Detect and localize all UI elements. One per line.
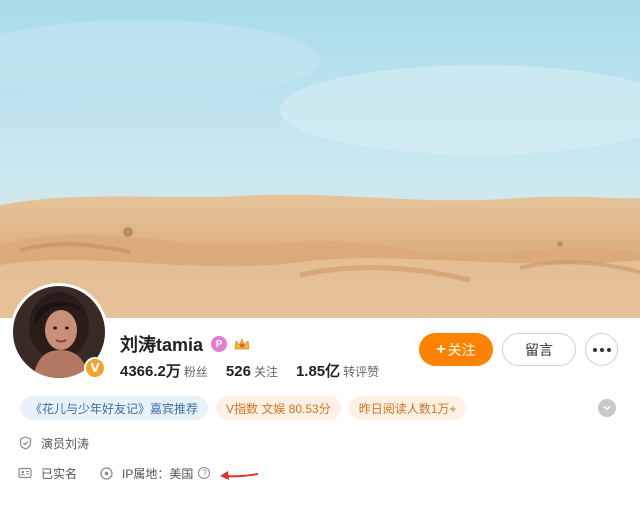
stats-row: 4366.2万 粉丝 526 关注 1.85亿 转评赞 bbox=[120, 360, 397, 380]
question-icon[interactable]: ? bbox=[198, 467, 211, 479]
tag-show-recommend[interactable]: 《花儿与少年好友记》嘉宾推荐 bbox=[20, 396, 209, 420]
id-card-icon bbox=[18, 466, 32, 480]
info-title-row: 演员刘涛 bbox=[18, 434, 89, 452]
tag-readers[interactable]: 昨日阅读人数1万+ bbox=[348, 396, 467, 420]
more-dots-icon bbox=[592, 347, 611, 352]
profile-name: 刘涛tamia bbox=[120, 335, 204, 355]
pink-badge-icon[interactable]: P bbox=[211, 336, 228, 352]
stat-engagement[interactable]: 1.85亿 转评赞 bbox=[296, 360, 397, 381]
name-row: 刘涛tamia P bbox=[120, 332, 251, 356]
verified-title: 演员刘涛 bbox=[41, 436, 90, 451]
gold-crown-icon[interactable] bbox=[233, 336, 251, 352]
expand-chevron-icon[interactable] bbox=[598, 399, 616, 417]
stat-following[interactable]: 526 关注 bbox=[226, 363, 296, 380]
shield-icon bbox=[18, 436, 32, 450]
profile-banner bbox=[0, 0, 640, 318]
message-button[interactable]: 留言 bbox=[502, 333, 576, 366]
verified-v-icon: V bbox=[84, 357, 106, 379]
follow-button[interactable]: + 关注 bbox=[419, 333, 493, 366]
stat-followers[interactable]: 4366.2万 粉丝 bbox=[120, 360, 226, 381]
location-pin-icon bbox=[99, 466, 113, 480]
plus-icon: + bbox=[436, 340, 446, 358]
tags-row: 《花儿与少年好友记》嘉宾推荐 V指数 文娱 80.53分 昨日阅读人数1万+ bbox=[20, 396, 474, 420]
red-arrow-annotation bbox=[220, 471, 259, 480]
info-meta-row: 已实名 IP属地：美国 ? bbox=[18, 464, 211, 482]
real-name-status: 已实名 bbox=[41, 466, 78, 481]
more-button[interactable] bbox=[585, 333, 618, 366]
tag-v-index[interactable]: V指数 文娱 80.53分 bbox=[216, 396, 341, 420]
ip-location: IP属地：美国 bbox=[122, 466, 194, 481]
